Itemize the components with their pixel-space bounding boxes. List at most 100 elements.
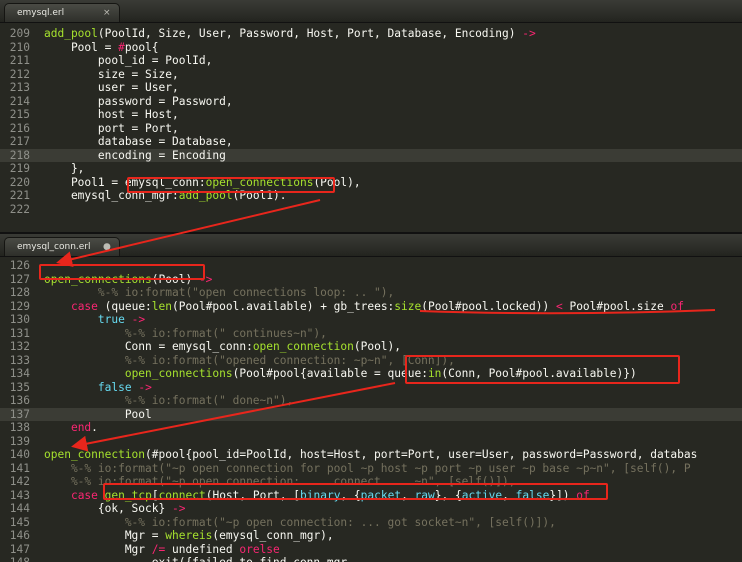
code-token: Pool1 = emysql_conn: — [44, 175, 206, 189]
code-line[interactable]: 138 end. — [0, 421, 742, 435]
code-token: %-% io:format("~p open connection for po… — [44, 461, 691, 475]
code-token: < — [555, 299, 563, 313]
line-number: 145 — [9, 515, 30, 529]
code-token: case — [70, 299, 98, 313]
code-area-bottom[interactable]: 126 127 open_connections(Pool) -> 128 %-% i… — [0, 257, 742, 562]
code-line[interactable]: 129 case (queue:len(Pool#pool.available)… — [0, 300, 742, 314]
code-line[interactable]: 131 %-% io:format(" continues~n"), — [0, 327, 742, 341]
line-number: 221 — [9, 189, 30, 202]
editor-pane-top: emysql.erl × 209 add_pool(PoolId, Size, U… — [0, 0, 742, 230]
code-token: orelse — [239, 542, 280, 556]
code-line[interactable]: 220 Pool1 = emysql_conn:open_connections… — [0, 176, 742, 190]
code-line[interactable]: 143 case gen_tcp[connect(Host, Port, [bi… — [0, 489, 742, 503]
code-token: /= — [151, 542, 166, 556]
code-line[interactable]: 132 Conn = emysql_conn:open_connection(P… — [0, 340, 742, 354]
code-line[interactable]: 135 false -> — [0, 381, 742, 395]
code-line[interactable]: 130 true -> — [0, 313, 742, 327]
line-number: 219 — [9, 162, 30, 175]
line-number: 136 — [9, 394, 30, 407]
code-line[interactable]: 219 }, — [0, 162, 742, 176]
code-token: open_connection — [44, 448, 146, 461]
code-line[interactable]: 214 password = Password, — [0, 95, 742, 109]
code-line[interactable]: 136 %-% io:format(" done~n"), — [0, 394, 742, 408]
code-token: %-% io:format(" done~n"), — [44, 394, 294, 407]
line-number: 210 — [9, 40, 30, 54]
code-token: true — [97, 313, 125, 326]
code-line[interactable]: 139 — [0, 435, 742, 449]
code-line[interactable]: 144 {ok, Sock} -> — [0, 502, 742, 516]
code-token: gen_tcp — [104, 488, 152, 502]
code-token: pool{ — [124, 40, 159, 54]
line-number: 217 — [9, 135, 30, 148]
close-icon[interactable]: × — [103, 4, 111, 23]
line-number: 126 — [9, 259, 30, 272]
code-token: undefined — [165, 542, 240, 556]
code-line[interactable]: 128 %-% io:format("open connections loop… — [0, 286, 742, 300]
line-number: 216 — [9, 121, 30, 135]
code-token: add_pool — [44, 27, 98, 40]
line-number: 209 — [9, 27, 30, 40]
code-line[interactable]: 147 Mgr /= undefined orelse — [0, 543, 742, 557]
line-number: 127 — [9, 272, 30, 286]
code-line[interactable]: 146 Mgr = whereis(emysql_conn_mgr), — [0, 529, 742, 543]
code-token: host = Host, — [44, 108, 179, 121]
code-token: open_connection — [252, 340, 354, 353]
line-number: 222 — [9, 202, 30, 216]
code-line[interactable]: 142 %-% io:format("~p open connection: .… — [0, 475, 742, 489]
line-number: 133 — [9, 353, 30, 367]
code-line[interactable]: 217 database = Database, — [0, 135, 742, 149]
code-line[interactable]: 216 port = Port, — [0, 122, 742, 136]
tab-emysql-conn-erl[interactable]: emysql_conn.erl ● — [4, 237, 120, 256]
code-line[interactable]: 141 %-% io:format("~p open connection fo… — [0, 462, 742, 476]
code-area-top[interactable]: 209 add_pool(PoolId, Size, User, Password… — [0, 23, 742, 216]
code-line[interactable]: 209 add_pool(PoolId, Size, User, Password… — [0, 27, 742, 41]
code-token: false — [97, 380, 132, 394]
code-line[interactable]: 218 encoding = Encoding — [0, 148, 742, 162]
tab-label: emysql.erl — [17, 8, 65, 18]
code-token: # — [118, 40, 125, 54]
line-number: 147 — [9, 542, 30, 556]
code-line[interactable]: 213 user = User, — [0, 81, 742, 95]
code-line[interactable]: 148 exit({failed_to_find_conn_mgr, — [0, 556, 742, 562]
code-token: Mgr = — [44, 529, 166, 542]
code-line[interactable]: 133 %-% io:format("opened connection: ~p… — [0, 354, 742, 368]
line-number: 143 — [9, 488, 30, 502]
code-token: %-% io:format("~p open connection: ... g… — [44, 515, 556, 529]
code-token: . — [91, 421, 98, 434]
tab-emysql-erl[interactable]: emysql.erl × — [4, 3, 120, 22]
code-line[interactable]: 137 Pool — [0, 407, 742, 421]
code-line[interactable]: 126 — [0, 259, 742, 273]
code-token: (Pool#pool{available = queue: — [232, 367, 428, 380]
code-line[interactable]: 212 size = Size, — [0, 68, 742, 82]
code-token: case — [70, 488, 98, 502]
code-line[interactable]: 222 — [0, 203, 742, 217]
code-line[interactable]: 127 open_connections(Pool) -> — [0, 273, 742, 287]
code-token: (Pool1). — [232, 189, 287, 202]
code-token: false — [515, 488, 550, 502]
code-line[interactable]: 145 %-% io:format("~p open connection: .… — [0, 516, 742, 530]
code-line[interactable]: 134 open_connections(Pool#pool{available… — [0, 367, 742, 381]
line-number: 129 — [9, 299, 30, 313]
code-line[interactable]: 140 open_connection(#pool{pool_id=PoolId,… — [0, 448, 742, 462]
line-number: 139 — [9, 434, 30, 448]
unsaved-dot-icon[interactable]: ● — [103, 238, 111, 257]
editor-pane-bottom: emysql_conn.erl ● 126 127 open_connections… — [0, 232, 742, 562]
code-token: connect — [158, 488, 206, 502]
code-line[interactable]: 215 host = Host, — [0, 108, 742, 122]
code-line[interactable]: 211 pool_id = PoolId, — [0, 54, 742, 68]
code-token: (Pool), — [353, 340, 402, 353]
line-number: 142 — [9, 475, 30, 488]
code-token: }, — [44, 162, 85, 175]
code-token: (PoolId, Size, User, Password, Host, Por… — [97, 27, 523, 40]
code-token: whereis — [165, 529, 213, 542]
code-line[interactable]: 210 Pool = #pool{ — [0, 41, 742, 55]
code-token: }]) — [549, 488, 577, 502]
code-token: (#pool{pool_id=PoolId, host=Host, port=P… — [145, 448, 698, 461]
code-line[interactable]: 221 emysql_conn_mgr:add_pool(Pool1). — [0, 189, 742, 203]
code-token: active — [461, 488, 503, 502]
code-token: exit({failed_to_find_conn_mgr, — [44, 556, 354, 562]
